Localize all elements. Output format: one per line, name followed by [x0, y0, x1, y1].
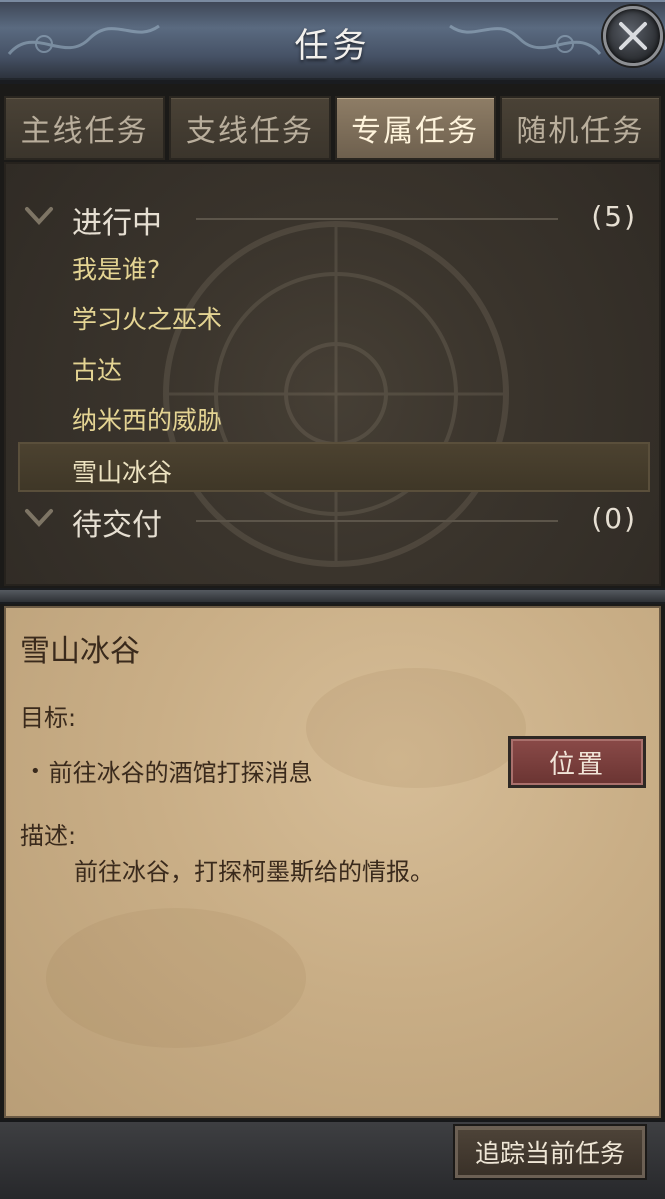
- quest-tabs: 主线任务 支线任务 专属任务 随机任务: [4, 96, 661, 160]
- quest-item-selected[interactable]: 雪山冰谷: [18, 442, 650, 492]
- bullet-icon: •: [30, 761, 41, 782]
- section-in-progress[interactable]: 进行中 (5): [6, 192, 663, 242]
- close-icon: [619, 22, 647, 50]
- section-count: (5): [591, 200, 637, 233]
- goal-text: 前往冰谷的酒馆打探消息: [48, 759, 313, 787]
- quest-item-label: 雪山冰谷: [72, 458, 173, 487]
- quest-item[interactable]: 古达: [72, 351, 122, 387]
- goal-label: 目标:: [20, 704, 77, 732]
- description-text: 前往冰谷，打探柯墨斯给的情报。: [74, 858, 434, 886]
- quest-title: 雪山冰谷: [20, 634, 140, 669]
- parchment-stain: [306, 668, 526, 788]
- quest-list-panel: 进行中 (5) 我是谁? 学习火之巫术 古达 纳米西的威胁 雪山冰谷 待交付 (…: [4, 162, 661, 586]
- window-title: 任务: [294, 26, 371, 66]
- quest-detail-panel: 雪山冰谷 目标: • 前往冰谷的酒馆打探消息 位置 描述: 前往冰谷，打探柯墨斯给…: [4, 606, 661, 1118]
- close-button[interactable]: [603, 6, 663, 66]
- tab-main-quests[interactable]: 主线任务: [4, 96, 166, 160]
- bottom-bar: 追踪当前任务: [0, 1120, 665, 1199]
- quest-item[interactable]: 纳米西的威胁: [72, 401, 222, 437]
- quest-item[interactable]: 学习火之巫术: [72, 300, 222, 336]
- section-pending-delivery[interactable]: 待交付 (0): [6, 494, 663, 544]
- chevron-down-icon: [25, 207, 53, 225]
- section-label: 进行中: [72, 206, 162, 241]
- panel-separator: [0, 588, 665, 604]
- section-count: (0): [591, 502, 637, 535]
- tab-random-quests[interactable]: 随机任务: [499, 96, 661, 160]
- section-label: 待交付: [72, 508, 162, 543]
- tab-side-quests[interactable]: 支线任务: [169, 96, 331, 160]
- location-button[interactable]: 位置: [508, 736, 646, 788]
- track-quest-button[interactable]: 追踪当前任务: [455, 1126, 645, 1178]
- divider: [196, 520, 558, 522]
- description-label: 描述:: [20, 822, 77, 850]
- tab-exclusive-quests[interactable]: 专属任务: [334, 96, 496, 160]
- parchment-stain: [46, 908, 306, 1048]
- chevron-down-icon: [25, 509, 53, 527]
- divider: [196, 218, 558, 220]
- quest-item[interactable]: 我是谁?: [72, 250, 160, 286]
- goal-item: • 前往冰谷的酒馆打探消息: [30, 753, 313, 788]
- title-bar: 任务: [0, 0, 665, 84]
